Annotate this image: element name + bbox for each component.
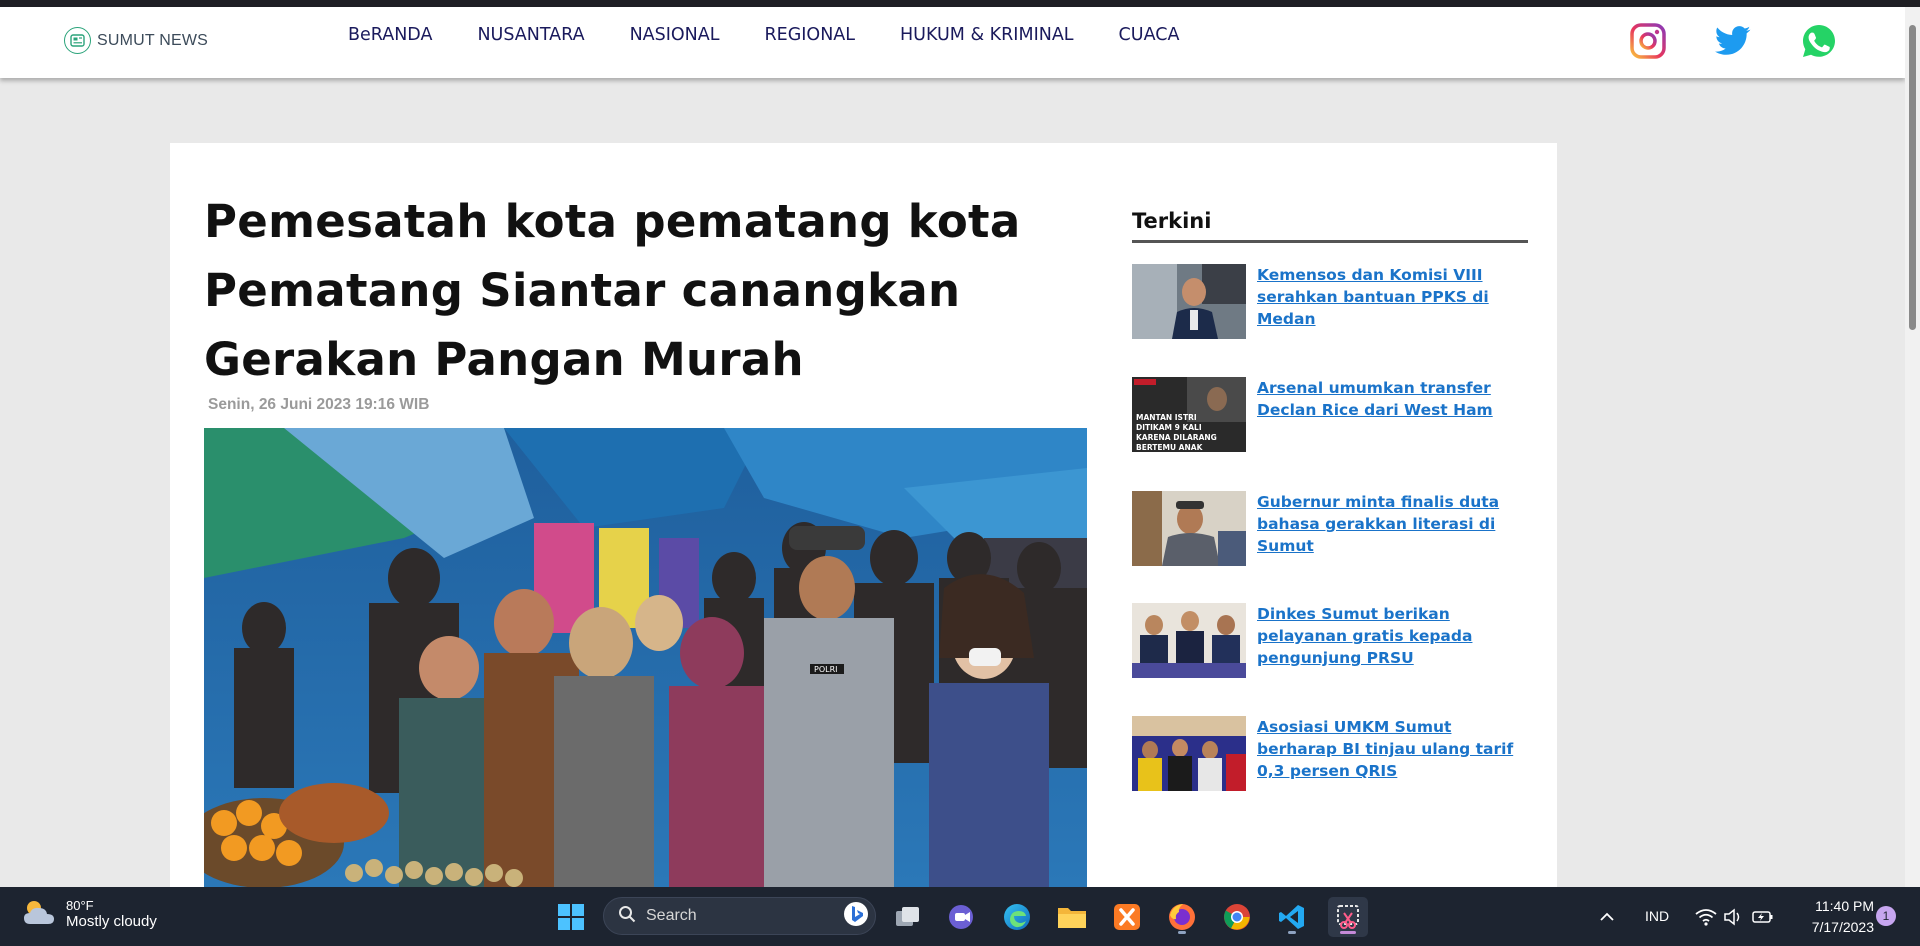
page-scrollbar[interactable] xyxy=(1905,7,1920,887)
news-thumbnail[interactable] xyxy=(1132,264,1246,339)
news-thumbnail[interactable] xyxy=(1132,603,1246,678)
news-link[interactable]: Dinkes Sumut berikan pelayanan gratis ke… xyxy=(1257,603,1535,669)
brand[interactable]: SUMUT NEWS xyxy=(64,27,208,54)
news-item: Gubernur minta finalis duta bahasa gerak… xyxy=(1132,491,1532,567)
browser-top-strip xyxy=(0,0,1920,7)
vscode-icon[interactable] xyxy=(1272,897,1312,937)
notification-badge[interactable]: 1 xyxy=(1876,906,1896,926)
nav-link-nusantara[interactable]: NUSANTARA xyxy=(477,25,584,45)
article-card: Pemesatah kota pematang kota Pematang Si… xyxy=(170,143,1557,888)
bing-icon xyxy=(843,901,869,931)
instagram-icon[interactable] xyxy=(1628,21,1668,61)
nav-link-cuaca[interactable]: CUACA xyxy=(1119,25,1180,45)
news-item: MANTAN ISTRI DITIKAM 9 KALI KARENA DILAR… xyxy=(1132,377,1532,453)
news-link[interactable]: Arsenal umumkan transfer Declan Rice dar… xyxy=(1257,377,1535,421)
article-date: Senin, 26 Juni 2023 19:16 WIB xyxy=(208,396,430,413)
clock-time[interactable]: 11:40 PM xyxy=(1802,898,1874,914)
taskbar-search[interactable]: Search xyxy=(603,897,876,935)
chrome-icon[interactable] xyxy=(1217,897,1257,937)
main-nav: BeRANDA NUSANTARA NASIONAL REGIONAL HUKU… xyxy=(348,25,1179,45)
news-item: Kemensos dan Komisi VIII serahkan bantua… xyxy=(1132,264,1532,340)
wifi-icon[interactable] xyxy=(1693,897,1719,937)
snipping-tool-icon[interactable] xyxy=(1328,897,1368,937)
active-indicator xyxy=(1340,931,1356,934)
svg-text:MANTAN ISTRI: MANTAN ISTRI xyxy=(1136,413,1197,422)
twitter-icon[interactable] xyxy=(1713,21,1753,61)
active-indicator xyxy=(1178,931,1186,934)
weather-temperature: 80°F xyxy=(66,898,94,913)
whatsapp-icon[interactable] xyxy=(1799,21,1839,61)
svg-text:KARENA DILARANG: KARENA DILARANG xyxy=(1136,433,1217,442)
nav-link-hukum-kriminal[interactable]: HUKUM & KRIMINAL xyxy=(900,25,1074,45)
meet-icon[interactable] xyxy=(942,897,982,937)
firefox-icon[interactable] xyxy=(1162,897,1202,937)
windows-start-icon[interactable] xyxy=(551,897,591,937)
news-thumbnail[interactable] xyxy=(1132,716,1246,791)
nav-link-beranda[interactable]: BeRANDA xyxy=(348,25,432,45)
news-item: Asosiasi UMKM Sumut berharap BI tinjau u… xyxy=(1132,716,1532,792)
news-link[interactable]: Gubernur minta finalis duta bahasa gerak… xyxy=(1257,491,1535,557)
sidebar-divider xyxy=(1132,240,1528,243)
article-title: Pemesatah kota pematang kota Pematang Si… xyxy=(204,195,1021,386)
news-logo-icon xyxy=(64,27,91,54)
site-header: SUMUT NEWS BeRANDA NUSANTARA NASIONAL RE… xyxy=(0,7,1905,78)
nav-link-nasional[interactable]: NASIONAL xyxy=(630,25,720,45)
brand-name: SUMUT NEWS xyxy=(97,31,209,49)
news-thumbnail[interactable] xyxy=(1132,491,1246,566)
svg-text:DITIKAM 9 KALI: DITIKAM 9 KALI xyxy=(1136,423,1202,432)
active-indicator xyxy=(1288,931,1296,934)
search-icon xyxy=(618,905,636,927)
windows-taskbar: 80°F Mostly cloudy Search IND 11:40 PM 7… xyxy=(0,887,1920,946)
input-language[interactable]: IND xyxy=(1645,908,1669,924)
news-thumbnail[interactable]: MANTAN ISTRI DITIKAM 9 KALI KARENA DILAR… xyxy=(1132,377,1246,452)
edge-icon[interactable] xyxy=(997,897,1037,937)
clock-date[interactable]: 7/17/2023 xyxy=(1796,919,1874,935)
task-view-icon[interactable] xyxy=(888,897,928,937)
weather-description: Mostly cloudy xyxy=(66,913,157,930)
article-photo: POLRI xyxy=(204,428,1087,888)
nav-link-regional[interactable]: REGIONAL xyxy=(764,25,855,45)
cloudy-weather-icon xyxy=(22,898,56,930)
news-link[interactable]: Asosiasi UMKM Sumut berharap BI tinjau u… xyxy=(1257,716,1535,782)
sidebar-title: Terkini xyxy=(1132,209,1212,233)
news-link[interactable]: Kemensos dan Komisi VIII serahkan bantua… xyxy=(1257,264,1535,330)
news-item: Dinkes Sumut berikan pelayanan gratis ke… xyxy=(1132,603,1532,679)
file-explorer-icon[interactable] xyxy=(1052,897,1092,937)
svg-text:BERTEMU ANAK: BERTEMU ANAK xyxy=(1136,443,1204,452)
volume-icon[interactable] xyxy=(1720,897,1746,937)
xampp-icon[interactable] xyxy=(1107,897,1147,937)
chevron-up-icon[interactable] xyxy=(1591,897,1623,937)
photo-badge-text: POLRI xyxy=(814,665,838,674)
search-label: Search xyxy=(646,907,697,924)
scrollbar-thumb[interactable] xyxy=(1909,25,1916,330)
weather-widget[interactable]: 80°F Mostly cloudy xyxy=(22,898,157,930)
battery-charging-icon[interactable] xyxy=(1750,897,1776,937)
